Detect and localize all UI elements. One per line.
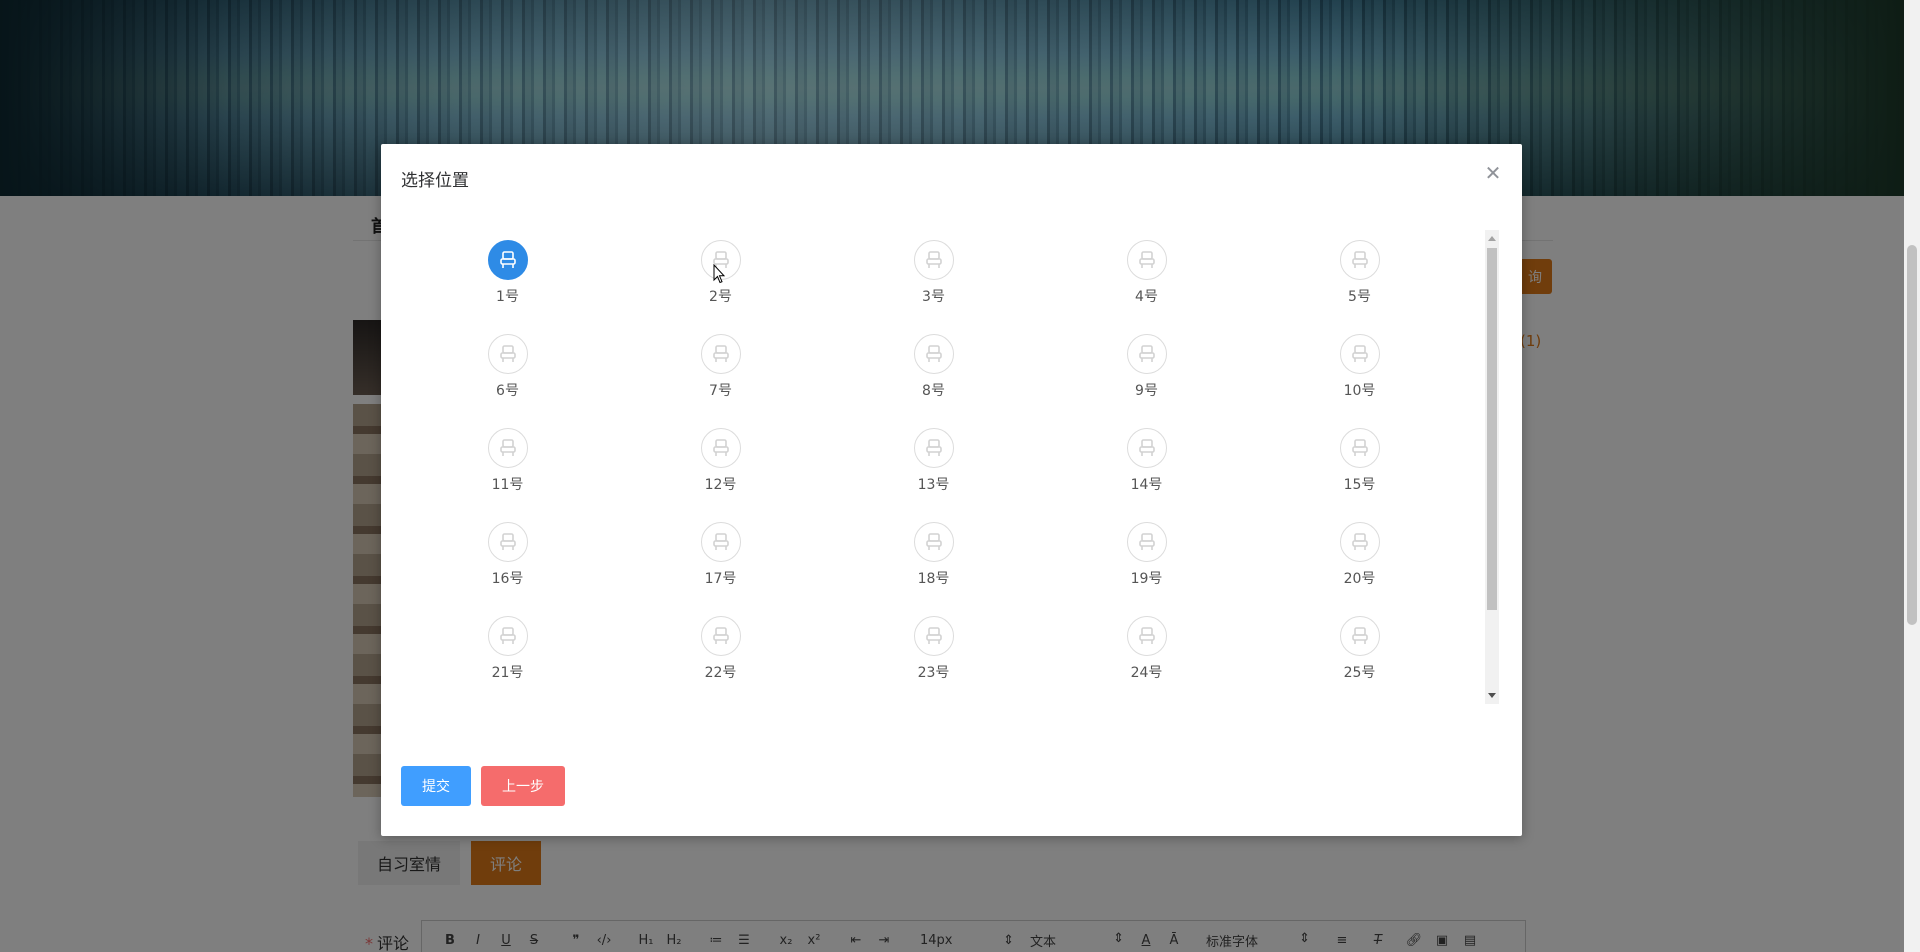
seat-label: 3号 [922, 289, 945, 305]
seat-label: 18号 [917, 571, 950, 587]
seat-label: 2号 [709, 289, 732, 305]
seat-label: 22号 [704, 665, 737, 681]
seat-option[interactable]: 12号 [614, 418, 827, 512]
seat-chair-icon [487, 240, 528, 280]
seat-option[interactable]: 18号 [827, 512, 1040, 606]
seat-chair-icon [700, 428, 741, 468]
seat-label: 7号 [709, 383, 732, 399]
seat-option[interactable]: 24号 [1040, 606, 1253, 700]
seat-option[interactable]: 4号 [1040, 230, 1253, 324]
seat-chair-icon [1126, 240, 1167, 280]
seat-option[interactable]: 20号 [1253, 512, 1466, 606]
seat-chair-icon [1339, 428, 1380, 468]
seat-option[interactable]: 3号 [827, 230, 1040, 324]
seat-label: 4号 [1135, 289, 1158, 305]
seat-option[interactable]: 9号 [1040, 324, 1253, 418]
close-icon[interactable]: ✕ [1482, 162, 1504, 184]
seat-option[interactable]: 13号 [827, 418, 1040, 512]
seat-chair-icon [1126, 334, 1167, 374]
submit-button-label: 提交 [422, 779, 450, 795]
seat-list-scrollbar[interactable] [1485, 230, 1499, 704]
seat-chair-icon [913, 334, 954, 374]
seat-label: 17号 [704, 571, 737, 587]
seat-option[interactable]: 14号 [1040, 418, 1253, 512]
seat-chair-icon [700, 334, 741, 374]
seat-chair-icon [700, 616, 741, 656]
previous-step-button-label: 上一步 [502, 779, 544, 795]
seat-chair-icon [1126, 428, 1167, 468]
seat-label: 11号 [491, 477, 524, 493]
seat-chair-icon [487, 428, 528, 468]
seat-chair-icon [1339, 616, 1380, 656]
page-scrollbar-thumb[interactable] [1907, 245, 1917, 625]
page-scrollbar[interactable] [1904, 0, 1920, 952]
seat-label: 24号 [1130, 665, 1163, 681]
seat-chair-icon [913, 522, 954, 562]
seat-option[interactable]: 6号 [401, 324, 614, 418]
seat-label: 12号 [704, 477, 737, 493]
seat-option[interactable]: 17号 [614, 512, 827, 606]
seat-label: 10号 [1343, 383, 1376, 399]
seat-option[interactable]: 10号 [1253, 324, 1466, 418]
seat-chair-icon [913, 240, 954, 280]
mouse-cursor-icon [713, 264, 725, 284]
seat-option[interactable]: 5号 [1253, 230, 1466, 324]
seat-label: 1号 [496, 289, 519, 305]
seat-option[interactable]: 8号 [827, 324, 1040, 418]
seat-label: 16号 [491, 571, 524, 587]
seat-label: 9号 [1135, 383, 1158, 399]
seat-label: 25号 [1343, 665, 1376, 681]
seat-chair-icon [1126, 522, 1167, 562]
seat-chair-icon [913, 428, 954, 468]
seat-label: 13号 [917, 477, 950, 493]
seat-label: 23号 [917, 665, 950, 681]
seat-option[interactable]: 22号 [614, 606, 827, 700]
seat-option[interactable]: 23号 [827, 606, 1040, 700]
seat-label: 19号 [1130, 571, 1163, 587]
seat-option[interactable]: 21号 [401, 606, 614, 700]
previous-step-button[interactable]: 上一步 [481, 766, 565, 806]
seat-option[interactable]: 25号 [1253, 606, 1466, 700]
seat-option[interactable]: 15号 [1253, 418, 1466, 512]
seat-chair-icon [1126, 616, 1167, 656]
seat-chair-icon [1339, 240, 1380, 280]
seat-option[interactable]: 1号 [401, 230, 614, 324]
seat-chair-icon [487, 522, 528, 562]
seat-label: 15号 [1343, 477, 1376, 493]
seat-option[interactable]: 16号 [401, 512, 614, 606]
submit-button[interactable]: 提交 [401, 766, 471, 806]
seat-label: 20号 [1343, 571, 1376, 587]
seat-chair-icon [1339, 334, 1380, 374]
seat-chair-icon [487, 334, 528, 374]
seat-label: 14号 [1130, 477, 1163, 493]
seat-chair-icon [913, 616, 954, 656]
seat-chair-icon [487, 616, 528, 656]
select-seat-dialog: 选择位置 ✕ 1号 2号 3号 4号 5号 6号 7号 8号 9号 10号 11号 12号 13号 14号… [381, 144, 1522, 836]
seat-option[interactable]: 11号 [401, 418, 614, 512]
seat-option[interactable]: 19号 [1040, 512, 1253, 606]
seat-label: 6号 [496, 383, 519, 399]
page: 首 询 (1) 自习室情 评论 *评论 B I U S ❞ ‹/› H₁ H₂ … [0, 0, 1920, 952]
seat-chair-icon [1339, 522, 1380, 562]
seat-chair-icon [700, 522, 741, 562]
seat-label: 5号 [1348, 289, 1371, 305]
scroll-down-arrow-icon[interactable] [1488, 693, 1496, 698]
seat-grid: 1号 2号 3号 4号 5号 6号 7号 8号 9号 10号 11号 12号 13号 14号 15号 16号 1… [401, 230, 1466, 700]
seat-list-scrollbar-thumb[interactable] [1487, 248, 1497, 610]
seat-label: 21号 [491, 665, 524, 681]
dialog-title: 选择位置 [401, 171, 469, 191]
scroll-up-arrow-icon[interactable] [1488, 236, 1496, 241]
seat-label: 8号 [922, 383, 945, 399]
seat-list-scroll-area: 1号 2号 3号 4号 5号 6号 7号 8号 9号 10号 11号 12号 13号 14号 15号 16号 1… [401, 230, 1505, 704]
seat-option[interactable]: 7号 [614, 324, 827, 418]
